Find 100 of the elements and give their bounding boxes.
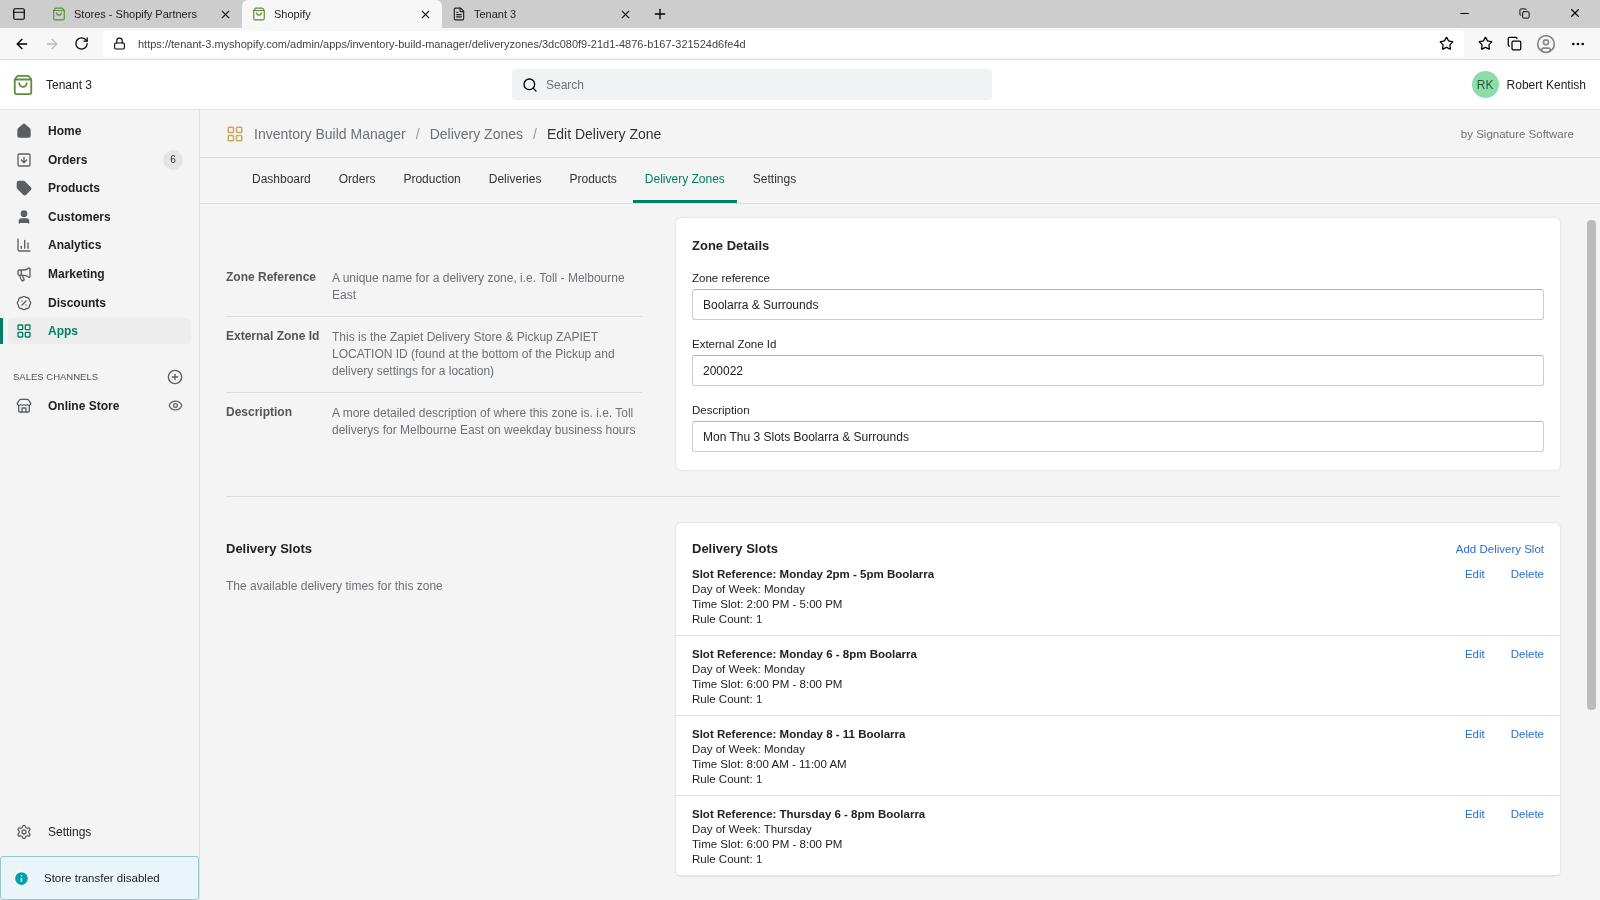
help-label: External Zone Id: [226, 329, 320, 345]
nav-tab[interactable]: Dashboard: [240, 158, 323, 203]
nav-tab[interactable]: Deliveries: [476, 158, 554, 203]
browser-tab[interactable]: Stores - Shopify Partners: [42, 0, 242, 28]
scrollbar[interactable]: [1587, 220, 1596, 710]
sidebar-item[interactable]: Marketing: [8, 260, 191, 287]
shopify-bag-icon: [252, 7, 266, 21]
megaphone-icon: [16, 265, 32, 282]
sidebar-item[interactable]: Settings: [8, 819, 191, 846]
breadcrumb-link[interactable]: Delivery Zones: [429, 125, 524, 142]
edit-link[interactable]: Edit: [1464, 808, 1485, 865]
tab-actions-icon[interactable]: [12, 7, 26, 21]
store-name: Tenant 3: [46, 77, 93, 92]
sidebar-item[interactable]: Analytics: [8, 232, 191, 259]
slot-detail: Rule Count: 1: [692, 853, 764, 865]
address-bar[interactable]: https://tenant-3.myshopify.com/admin/apps/inventory-build-manager/deliveryzones/3dc080f9-21d1-4876-b167-321524d6fe4d: [103, 30, 1464, 57]
breadcrumb-separator: /: [533, 125, 537, 142]
delete-link[interactable]: Delete: [1510, 648, 1544, 705]
active-indicator: [0, 318, 3, 345]
nav-tab[interactable]: Production: [391, 158, 473, 203]
slot-detail: Rule Count: 1: [692, 693, 764, 705]
nav-tab[interactable]: Delivery Zones: [632, 158, 737, 203]
edit-link[interactable]: Edit: [1464, 728, 1485, 785]
text-field[interactable]: 200022: [692, 355, 1544, 386]
card-title: Delivery Slots: [692, 541, 778, 556]
favorite-icon[interactable]: [1439, 36, 1454, 51]
sidebar-item[interactable]: Customers: [8, 203, 191, 230]
help-label: Zone Reference: [226, 270, 318, 286]
nav-tab[interactable]: Settings: [740, 158, 809, 203]
bar-chart-icon: [16, 237, 32, 254]
home-icon: [16, 123, 32, 139]
breadcrumb-link[interactable]: Inventory Build Manager: [254, 125, 406, 142]
search-icon: [522, 76, 538, 93]
tag-icon: [16, 180, 32, 197]
close-icon[interactable]: [1568, 6, 1582, 20]
field-label: Zone reference: [692, 272, 771, 284]
sidebar-item[interactable]: Products: [8, 175, 191, 202]
profile-icon[interactable]: [1536, 33, 1556, 54]
slot-detail: Rule Count: 1: [692, 773, 764, 785]
view-icon[interactable]: [168, 398, 183, 414]
text-field[interactable]: Boolarra & Surrounds: [692, 289, 1544, 320]
add-icon[interactable]: [167, 368, 183, 385]
slot-detail: Day of Week: Thursday: [692, 823, 813, 835]
person-icon: [16, 208, 32, 225]
favorites-icon[interactable]: [1478, 36, 1493, 51]
field-label: Description: [692, 404, 751, 416]
delete-link[interactable]: Delete: [1510, 568, 1544, 625]
count-badge: 6: [163, 149, 183, 170]
notice-banner: Store transfer disabled: [0, 856, 199, 900]
slot-detail: Day of Week: Monday: [692, 663, 806, 675]
text-field[interactable]: Mon Thu 3 Slots Boolarra & Surrounds: [692, 421, 1544, 452]
reload-icon[interactable]: [74, 36, 89, 51]
section-heading: SALES CHANNELS: [13, 371, 98, 383]
section-description: The available delivery times for this zone: [226, 579, 443, 593]
delete-link[interactable]: Delete: [1510, 808, 1544, 865]
field-label: External Zone Id: [692, 338, 778, 350]
page-icon: [452, 7, 466, 21]
slot-reference: Slot Reference: Monday 2pm - 5pm Boolarra: [692, 568, 936, 580]
url-text: https://tenant-3.myshopify.com/admin/apps/inventory-build-manager/deliveryzones/3dc080f9-21d1-4876-b167-321524d6fe4d: [138, 37, 747, 50]
user-name[interactable]: Robert Kentish: [1506, 77, 1586, 92]
info-icon: [13, 869, 30, 887]
collections-icon[interactable]: [1507, 36, 1522, 51]
slot-detail: Time Slot: 6:00 PM - 8:00 PM: [692, 678, 844, 690]
slot-detail: Time Slot: 6:00 PM - 8:00 PM: [692, 838, 844, 850]
restore-icon[interactable]: [1519, 8, 1530, 19]
browser-tab[interactable]: Tenant 3: [442, 0, 642, 28]
discount-icon: [16, 294, 32, 311]
shopify-logo-icon: [12, 73, 34, 96]
store-icon: [16, 397, 32, 414]
help-text: A more detailed description of where this zone is. i.e. Toll deliverys for Melbourne East on weekday business hours: [332, 405, 637, 439]
sidebar-item[interactable]: Orders 6: [8, 146, 191, 173]
sidebar-item[interactable]: Home: [8, 118, 191, 144]
nav-tab[interactable]: Orders: [326, 158, 388, 203]
edit-link[interactable]: Edit: [1464, 568, 1485, 625]
slot-detail: Day of Week: Monday: [692, 583, 806, 595]
user-avatar[interactable]: RK: [1471, 71, 1499, 98]
slot-detail: Time Slot: 2:00 PM - 5:00 PM: [692, 598, 844, 610]
sidebar-item[interactable]: Online Store: [8, 392, 191, 419]
sidebar-item[interactable]: Discounts: [8, 289, 191, 316]
slot-detail: Day of Week: Monday: [692, 743, 806, 755]
slot-reference: Slot Reference: Monday 6 - 8pm Boolarra: [692, 648, 918, 660]
slot-detail: Time Slot: 8:00 AM - 11:00 AM: [692, 758, 848, 770]
lock-icon: [113, 37, 126, 50]
card-title: Zone Details: [692, 238, 770, 253]
app-logo-icon: [226, 124, 244, 143]
shopify-bag-icon: [52, 7, 66, 21]
new-tab-icon[interactable]: [652, 6, 668, 22]
help-text: This is the Zapiet Delivery Store & Pickup ZAPIET LOCATION ID (found at the bottom of the Pickup and delivery settings for a location): [332, 329, 616, 380]
orders-icon: [16, 151, 32, 168]
help-text: A unique name for a delivery zone, i.e. Toll - Melbourne East: [332, 270, 626, 304]
edit-link[interactable]: Edit: [1464, 648, 1485, 705]
add-slot-link[interactable]: Add Delivery Slot: [1455, 542, 1544, 555]
settings-icon: [16, 824, 32, 841]
search-field[interactable]: Search: [512, 69, 992, 100]
breadcrumb-separator: /: [415, 125, 420, 142]
slot-reference: Slot Reference: Thursday 6 - 8pm Boolarra: [692, 808, 927, 820]
browser-tab[interactable]: Shopify: [242, 0, 442, 28]
nav-tab[interactable]: Products: [557, 158, 629, 203]
vendor-text: by Signature Software: [1460, 127, 1574, 140]
delete-link[interactable]: Delete: [1510, 728, 1544, 785]
